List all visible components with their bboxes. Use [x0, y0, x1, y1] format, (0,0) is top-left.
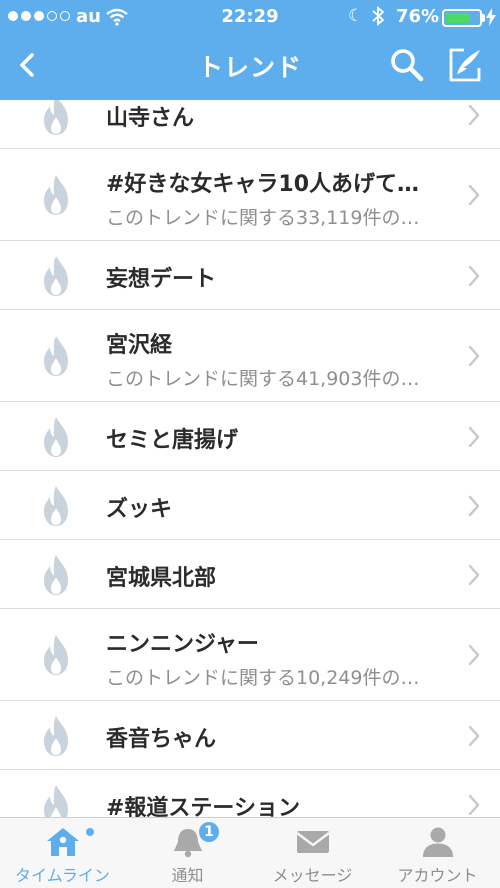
trend-row[interactable]: ニンニンジャーこのトレンドに関する10,249件の…: [0, 609, 500, 701]
app-header: au 22:29 ☾ 76% トレンド: [0, 0, 500, 100]
compose-icon: [449, 48, 481, 82]
flame-icon: [44, 554, 68, 595]
trend-title: #報道ステーション: [106, 796, 300, 817]
flame-icon: [44, 715, 68, 756]
flame-icon: [44, 416, 68, 457]
trend-title: セミと唐揚げ: [106, 428, 239, 453]
tab-label: 通知: [171, 866, 204, 885]
trend-row[interactable]: 香音ちゃん: [0, 701, 500, 770]
flame-icon: [44, 784, 68, 817]
chevron-right-icon: [468, 495, 480, 516]
chevron-right-icon: [468, 725, 480, 746]
flame-icon: [44, 100, 68, 135]
tab-notifications[interactable]: 1 通知: [125, 818, 250, 888]
trend-list: 山寺さん #好きな女キャラ10人あげて… このトレンドに関する33,119件の… 妄想…: [0, 100, 500, 817]
new-content-indicator: [86, 828, 94, 836]
trend-title: 山寺さん: [106, 106, 195, 131]
trend-title: #好きな女キャラ10人あげて…: [106, 172, 420, 197]
trend-row[interactable]: 山寺さん: [0, 100, 500, 149]
trend-row[interactable]: セミと唐揚げ: [0, 402, 500, 471]
search-button[interactable]: [388, 46, 426, 84]
do-not-disturb-icon: ☾: [348, 6, 364, 26]
tab-bar: タイムライン 1 通知 メッセージ アカウント: [0, 817, 500, 888]
battery-percentage: 76%: [396, 6, 440, 27]
charging-icon: [486, 8, 496, 30]
person-icon: [423, 827, 453, 857]
battery-level: [446, 13, 470, 23]
trend-title: 宮城県北部: [106, 566, 217, 591]
flame-icon: [44, 635, 68, 675]
chevron-right-icon: [468, 426, 480, 447]
flame-icon: [44, 336, 68, 376]
flame-icon: [44, 255, 68, 296]
chevron-right-icon: [468, 345, 480, 367]
battery-terminal: [482, 14, 485, 22]
trend-row[interactable]: 妄想デート: [0, 241, 500, 310]
envelope-icon: [296, 831, 330, 853]
tab-label: アカウント: [397, 866, 478, 885]
trend-subtitle: このトレンドに関する33,119件の…: [106, 207, 420, 229]
status-bar: au 22:29 ☾ 76%: [0, 0, 500, 34]
trend-row[interactable]: ズッキ: [0, 471, 500, 540]
chevron-right-icon: [468, 564, 480, 585]
notification-badge: 1: [199, 822, 219, 842]
tab-timeline[interactable]: タイムライン: [0, 818, 125, 888]
flame-icon: [44, 175, 68, 215]
chevron-right-icon: [468, 184, 480, 206]
tab-label: タイムライン: [15, 866, 110, 885]
bluetooth-icon: [372, 6, 385, 30]
flame-icon: [44, 485, 68, 526]
tab-label: メッセージ: [272, 866, 353, 885]
trend-title: 妄想デート: [106, 267, 217, 292]
trend-row[interactable]: 宮沢経このトレンドに関する41,903件の…: [0, 310, 500, 402]
battery-icon: [442, 9, 482, 27]
trend-title: 香音ちゃん: [106, 727, 217, 752]
chevron-right-icon: [468, 104, 480, 125]
trend-title: ニンニンジャー: [106, 632, 259, 657]
chevron-right-icon: [468, 644, 480, 666]
tab-account[interactable]: アカウント: [375, 818, 500, 888]
chevron-right-icon: [468, 265, 480, 286]
tab-messages[interactable]: メッセージ: [250, 818, 375, 888]
navigation-bar: トレンド: [0, 34, 500, 100]
trend-title: 宮沢経: [106, 333, 173, 358]
trend-subtitle: このトレンドに関する41,903件の…: [106, 368, 420, 390]
trend-row[interactable]: #好きな女キャラ10人あげて… このトレンドに関する33,119件の…: [0, 149, 500, 241]
trend-title: ズッキ: [106, 497, 173, 522]
compose-button[interactable]: [446, 46, 484, 84]
trend-row[interactable]: #報道ステーション: [0, 770, 500, 817]
chevron-right-icon: [468, 794, 480, 815]
trend-row[interactable]: 宮城県北部: [0, 540, 500, 609]
trend-subtitle: このトレンドに関する10,249件の…: [106, 667, 420, 689]
home-icon: [47, 828, 79, 856]
search-icon: [391, 49, 424, 82]
